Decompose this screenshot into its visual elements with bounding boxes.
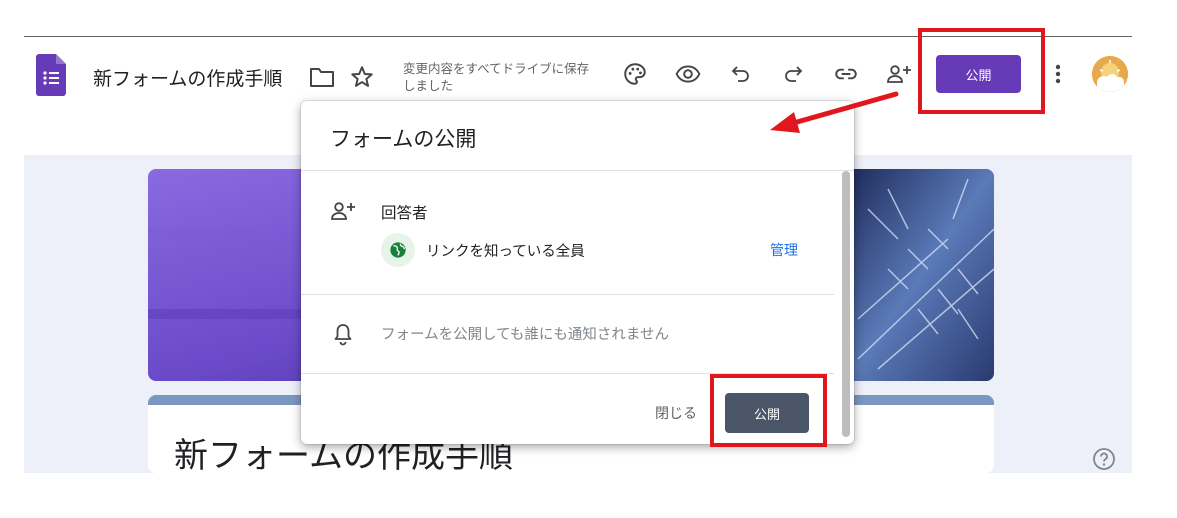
redo-icon[interactable] [779,60,807,88]
preview-eye-icon[interactable] [674,60,702,88]
more-vert-icon[interactable] [1048,60,1068,88]
access-level-text: リンクを知っている全員 [426,244,585,260]
dialog-divider-middle [301,294,834,295]
add-collaborator-icon[interactable] [885,60,913,88]
notification-text: フォームを公開しても誰にも通知されません [381,327,669,343]
undo-icon[interactable] [727,60,755,88]
globe-icon [381,233,415,267]
dialog-divider-top [301,170,854,171]
forms-logo-icon[interactable] [36,54,66,96]
respondents-label: 回答者 [381,204,428,222]
dialog-scrollbar[interactable] [842,171,850,437]
annotation-highlight-publish-top [918,28,1045,114]
dialog-title: フォームの公開 [330,127,477,151]
document-title[interactable]: 新フォームの作成手順 [93,64,282,91]
link-icon[interactable] [832,60,860,88]
close-button[interactable]: 閉じる [655,403,697,423]
bell-icon [334,324,352,346]
star-icon[interactable] [349,64,375,90]
folder-icon[interactable] [309,66,335,88]
help-icon[interactable] [1092,447,1116,471]
manage-link[interactable]: 管理 [770,240,798,260]
annotation-highlight-publish-dialog [710,374,827,447]
save-status: 変更内容をすべてドライブに保存しました [403,61,590,92]
palette-icon[interactable] [621,60,649,88]
annotation-arrow [770,91,899,133]
avatar[interactable] [1092,56,1128,92]
add-person-icon [331,202,355,220]
